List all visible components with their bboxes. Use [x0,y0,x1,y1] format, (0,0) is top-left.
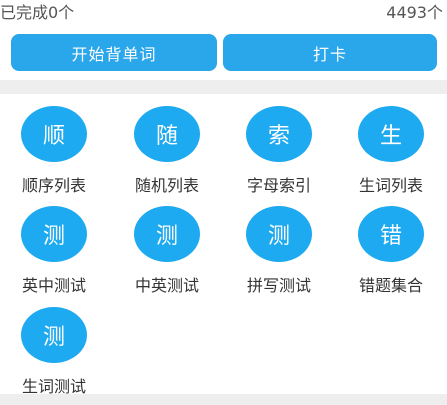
menu-item-sequential-list[interactable]: 顺 顺序列表 [4,106,104,196]
alphabet-index-icon: 索 [246,106,312,162]
menu-item-label: 错题集合 [358,276,423,295]
sequential-list-icon: 顺 [21,106,87,162]
menu-item-label: 拼写测试 [246,276,311,295]
menu-item-label: 随机列表 [134,176,199,195]
menu-item-label: 字母索引 [246,176,311,195]
completed-count: 已完成0个 [0,3,75,22]
menu-item-spelling-test[interactable]: 测 拼写测试 [229,206,329,296]
menu-item-label: 中英测试 [134,276,199,295]
zh-en-test-icon: 测 [134,206,200,262]
menu-item-label: 顺序列表 [21,176,86,195]
menu-item-zh-en-test[interactable]: 测 中英测试 [117,206,217,296]
new-words-test-icon: 测 [21,307,87,363]
menu-grid: 顺 顺序列表 随 随机列表 索 字母索引 生 生词列表 测 英中测试 测 中英测… [0,94,447,397]
spelling-test-icon: 测 [246,206,312,262]
menu-item-en-zh-test[interactable]: 测 英中测试 [4,206,104,296]
section-divider [0,80,447,94]
top-bar: 已完成0个 4493个 开始背单词 打卡 [0,0,447,90]
mistake-collection-icon: 错 [358,206,424,262]
menu-item-label: 英中测试 [21,276,86,295]
menu-item-label: 生词列表 [358,176,423,195]
bottom-divider [0,394,447,405]
new-words-list-icon: 生 [358,106,424,162]
total-count: 4493个 [386,3,443,22]
menu-item-new-words-test[interactable]: 测 生词测试 [4,307,104,397]
en-zh-test-icon: 测 [21,206,87,262]
menu-item-mistake-collection[interactable]: 错 错题集合 [341,206,441,296]
menu-item-random-list[interactable]: 随 随机列表 [117,106,217,196]
random-list-icon: 随 [134,106,200,162]
menu-item-alphabet-index[interactable]: 索 字母索引 [229,106,329,196]
checkin-button[interactable]: 打卡 [223,34,437,71]
menu-item-new-words-list[interactable]: 生 生词列表 [341,106,441,196]
start-memorize-button[interactable]: 开始背单词 [11,34,217,71]
